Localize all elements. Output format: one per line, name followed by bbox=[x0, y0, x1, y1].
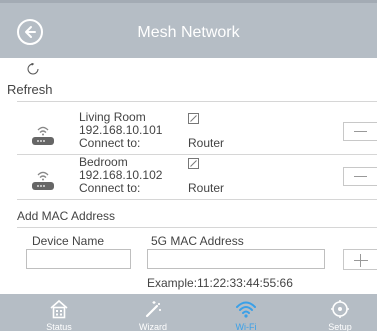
remove-icon bbox=[354, 131, 367, 132]
device-name-input[interactable] bbox=[26, 249, 131, 269]
connect-label: Connect to: bbox=[79, 181, 141, 195]
node-name: Living Room bbox=[79, 110, 146, 124]
divider bbox=[17, 227, 377, 228]
tab-label: Setup bbox=[328, 322, 352, 331]
router-icon bbox=[32, 171, 54, 190]
remove-node-button[interactable] bbox=[343, 122, 377, 141]
list-item: Living Room 192.168.10.101 Connect to: R… bbox=[0, 110, 377, 154]
edit-icon[interactable] bbox=[188, 158, 199, 169]
connect-label: Connect to: bbox=[79, 136, 141, 150]
tab-setup[interactable]: Setup bbox=[305, 294, 375, 331]
gear-icon bbox=[331, 300, 349, 318]
divider bbox=[17, 199, 377, 200]
mac-address-input[interactable] bbox=[147, 249, 325, 269]
refresh-label[interactable]: Refresh bbox=[7, 82, 53, 97]
plus-icon bbox=[354, 260, 368, 261]
connect-value: Router bbox=[188, 181, 225, 195]
router-icon bbox=[32, 126, 54, 145]
add-mac-section-label: Add MAC Address bbox=[17, 209, 116, 223]
header: Mesh Network bbox=[0, 0, 377, 58]
connect-value: Router bbox=[188, 136, 225, 150]
tab-label: Wizard bbox=[138, 322, 167, 331]
refresh-icon[interactable] bbox=[27, 63, 39, 75]
tab-status[interactable]: Status bbox=[24, 294, 94, 331]
tab-label: Status bbox=[46, 322, 72, 331]
house-icon bbox=[50, 299, 68, 319]
wifi-icon bbox=[236, 301, 256, 318]
node-ip: 192.168.10.102 bbox=[79, 168, 163, 182]
add-mac-button[interactable] bbox=[343, 249, 377, 270]
bottom-tab-bar: Status Wizard Wi-Fi Setup bbox=[0, 294, 377, 331]
list-item: Bedroom 192.168.10.102 Connect to: Route… bbox=[0, 155, 377, 199]
tab-wizard[interactable]: Wizard bbox=[118, 294, 188, 331]
magic-wand-icon bbox=[145, 301, 161, 318]
remove-node-button[interactable] bbox=[343, 167, 377, 186]
remove-icon bbox=[354, 176, 367, 177]
edit-icon[interactable] bbox=[188, 113, 199, 124]
page-title: Mesh Network bbox=[137, 24, 240, 41]
mac-example-hint: Example:11:22:33:44:55:66 bbox=[147, 276, 293, 290]
divider bbox=[17, 101, 377, 102]
tab-wifi[interactable]: Wi-Fi bbox=[211, 294, 281, 331]
node-ip: 192.168.10.101 bbox=[79, 123, 163, 137]
tab-label: Wi-Fi bbox=[235, 322, 257, 331]
node-name: Bedroom bbox=[79, 155, 128, 169]
mac-address-label: 5G MAC Address bbox=[151, 234, 244, 248]
device-name-label: Device Name bbox=[32, 234, 105, 248]
